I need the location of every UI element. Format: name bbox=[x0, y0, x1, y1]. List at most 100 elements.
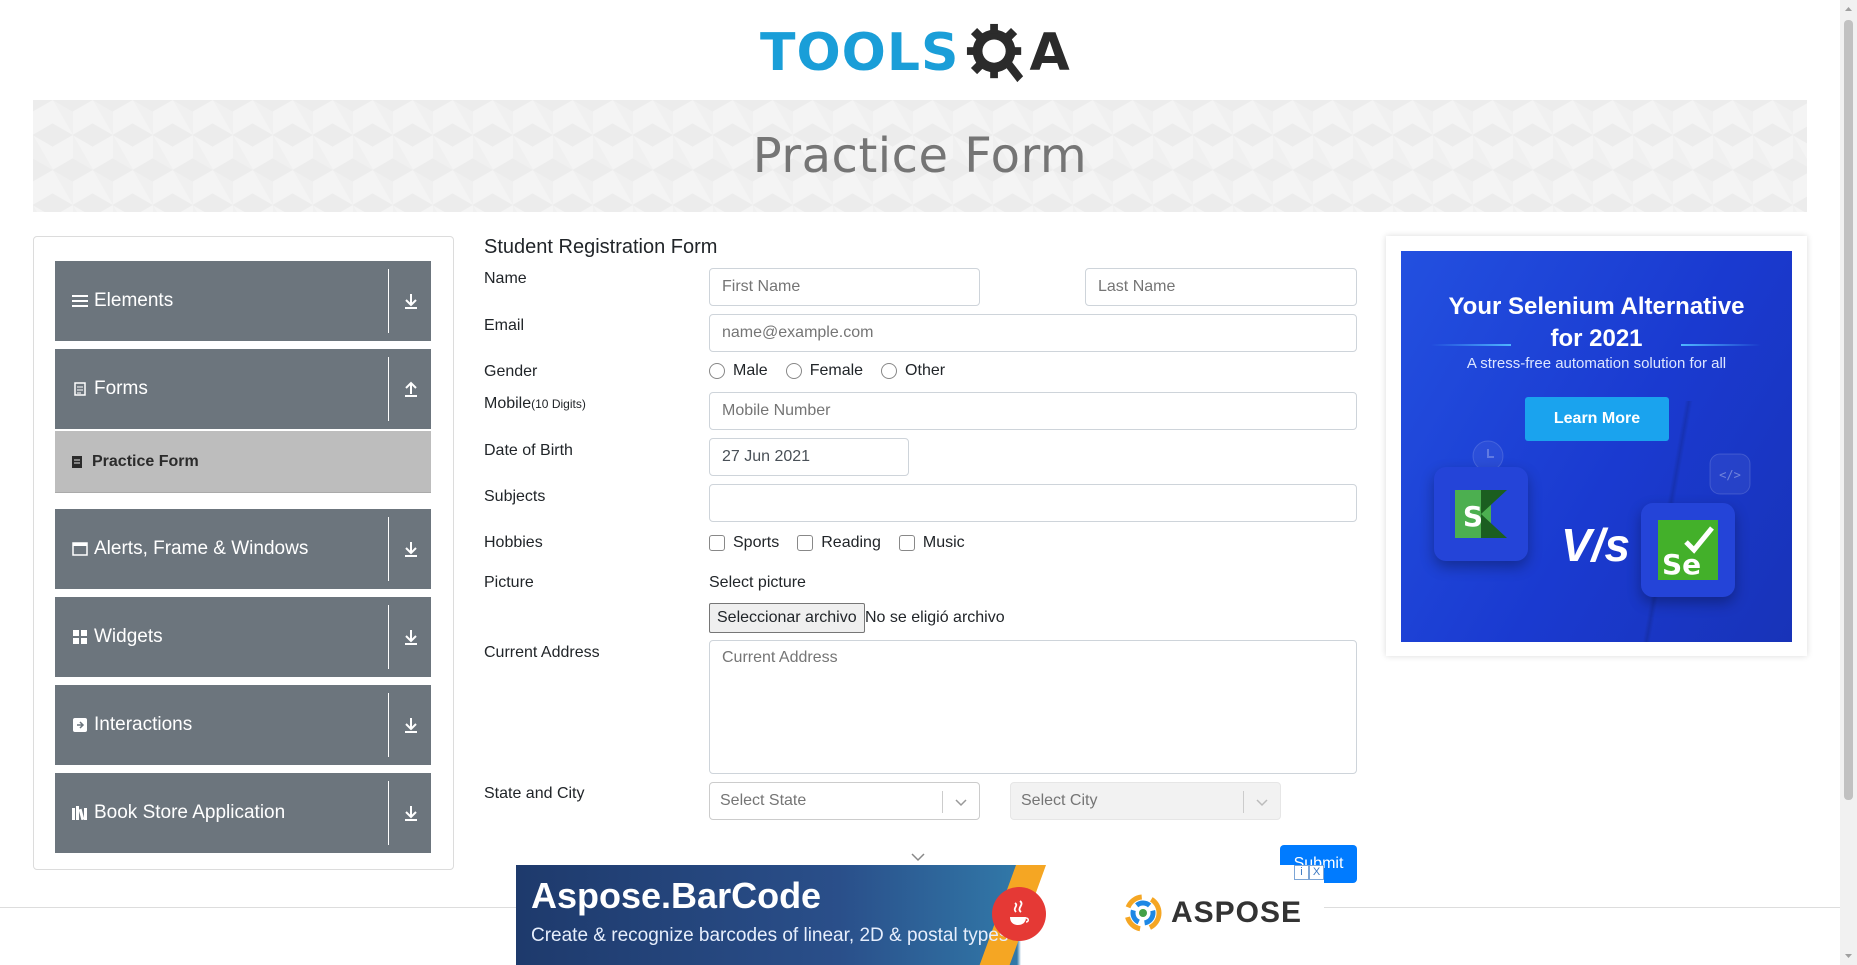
sidebar: Elements Forms Practice Form Alerts, Fra… bbox=[33, 236, 454, 870]
library-icon bbox=[72, 805, 88, 821]
download-arrow-icon[interactable] bbox=[399, 289, 423, 313]
katalon-logo-icon: S bbox=[1455, 490, 1507, 538]
download-arrow-icon[interactable] bbox=[399, 713, 423, 737]
svg-text:</>: </> bbox=[1719, 468, 1741, 482]
checkbox[interactable] bbox=[797, 535, 814, 551]
ad-close-icon[interactable]: X bbox=[1309, 865, 1324, 880]
mobile-label: Mobile(10 Digits) bbox=[484, 395, 586, 413]
subjects-label: Subjects bbox=[484, 488, 546, 505]
interactions-icon bbox=[72, 717, 88, 733]
divider bbox=[388, 605, 389, 669]
divider bbox=[388, 269, 389, 333]
sidebar-group-widgets[interactable]: Widgets bbox=[55, 597, 431, 677]
first-name-input[interactable] bbox=[709, 268, 980, 306]
page-banner: Practice Form bbox=[33, 100, 1807, 212]
hobbies-label: Hobbies bbox=[484, 534, 543, 551]
aspose-logo: ASPOSE bbox=[1123, 893, 1302, 933]
radio-label: Female bbox=[809, 362, 864, 379]
hobby-sports-option[interactable]: Sports bbox=[709, 534, 779, 552]
mobile-hint: (10 Digits) bbox=[531, 397, 586, 411]
ad-subtitle: A stress-free automation solution for al… bbox=[1466, 355, 1727, 372]
selenium-logo-icon: Se bbox=[1658, 520, 1718, 580]
file-status: No se eligió archivo bbox=[865, 609, 1005, 626]
scrollbar-thumb[interactable] bbox=[1844, 20, 1853, 800]
form-title: Student Registration Form bbox=[484, 236, 718, 258]
dob-input[interactable]: 27 Jun 2021 bbox=[709, 438, 909, 476]
ad-decor-line bbox=[1431, 344, 1511, 346]
radio-button[interactable] bbox=[709, 363, 725, 379]
name-label: Name bbox=[484, 270, 527, 287]
checkbox[interactable] bbox=[709, 535, 725, 551]
ad-info-icon[interactable]: i bbox=[1294, 865, 1309, 880]
checkbox-label: Music bbox=[922, 534, 965, 551]
tile-left-letter: S bbox=[1463, 500, 1483, 533]
email-input[interactable] bbox=[709, 314, 1357, 352]
hobby-reading-option[interactable]: Reading bbox=[797, 534, 881, 552]
document-icon bbox=[72, 381, 88, 397]
java-icon bbox=[992, 887, 1046, 941]
ad-bottom-banner[interactable]: Aspose.BarCode Create & recognize barcod… bbox=[516, 865, 1324, 965]
ad-selenium-alternative[interactable]: Your Selenium Alternative for 2021 A str… bbox=[1401, 251, 1792, 642]
city-select-placeholder: Select City bbox=[1021, 792, 1098, 809]
page-title: Practice Form bbox=[752, 128, 1088, 184]
toolsqa-logo[interactable]: TOOLS A bbox=[760, 16, 1070, 90]
download-arrow-icon[interactable] bbox=[399, 625, 423, 649]
city-select[interactable]: Select City bbox=[1010, 782, 1281, 820]
radio-label: Male bbox=[733, 362, 768, 379]
sidebar-group-label: Book Store Application bbox=[94, 802, 286, 823]
sidebar-group-label: Elements bbox=[94, 290, 174, 311]
hobby-music-option[interactable]: Music bbox=[898, 534, 965, 552]
download-arrow-icon[interactable] bbox=[399, 537, 423, 561]
mobile-input[interactable] bbox=[709, 392, 1357, 430]
file-upload-button[interactable]: Seleccionar archivo bbox=[709, 603, 865, 633]
sidebar-group-interactions[interactable]: Interactions bbox=[55, 685, 431, 765]
current-address-label: Current Address bbox=[484, 644, 600, 661]
vertical-scrollbar[interactable] bbox=[1840, 0, 1857, 965]
divider bbox=[388, 357, 389, 421]
ad-bottom-title: Aspose.BarCode bbox=[531, 875, 822, 916]
gender-label: Gender bbox=[484, 363, 538, 380]
chevron-down-icon[interactable] bbox=[910, 849, 926, 865]
sidebar-group-label: Interactions bbox=[94, 714, 193, 735]
picture-label: Picture bbox=[484, 574, 534, 591]
gender-female-option[interactable]: Female bbox=[785, 362, 864, 380]
ad-title-line2: for 2021 bbox=[1550, 325, 1643, 352]
dob-label: Date of Birth bbox=[484, 442, 573, 459]
scroll-down-arrow-icon[interactable] bbox=[1844, 951, 1853, 961]
subjects-input[interactable] bbox=[709, 484, 1357, 522]
window-icon bbox=[72, 541, 88, 557]
chevron-down-icon bbox=[955, 799, 967, 807]
ad-tile-right: Se bbox=[1641, 503, 1735, 597]
scroll-up-arrow-icon[interactable] bbox=[1844, 4, 1853, 14]
ad-right[interactable]: Your Selenium Alternative for 2021 A str… bbox=[1386, 236, 1807, 656]
current-address-textarea[interactable]: Current Address bbox=[709, 640, 1357, 774]
sidebar-group-forms[interactable]: Forms bbox=[55, 349, 431, 429]
gender-other-option[interactable]: Other bbox=[881, 362, 945, 380]
learn-more-button[interactable]: Learn More bbox=[1525, 397, 1669, 441]
aspose-brand-text: ASPOSE bbox=[1171, 896, 1303, 929]
radio-button[interactable] bbox=[785, 363, 802, 379]
state-select[interactable]: Select State bbox=[709, 782, 980, 820]
sidebar-group-label: Forms bbox=[94, 378, 148, 399]
radio-button[interactable] bbox=[881, 363, 898, 379]
sidebar-item-practice-form[interactable]: Practice Form bbox=[55, 431, 431, 493]
form-icon bbox=[72, 455, 82, 468]
hobbies-checkbox-group: Sports Reading Music bbox=[709, 534, 983, 552]
download-arrow-icon[interactable] bbox=[399, 801, 423, 825]
logo-a-text: A bbox=[1029, 23, 1070, 83]
gender-male-option[interactable]: Male bbox=[709, 362, 768, 380]
aspose-swirl-icon bbox=[1124, 894, 1162, 932]
mobile-label-text: Mobile bbox=[484, 395, 532, 412]
tile-right-letters: Se bbox=[1662, 548, 1701, 580]
sidebar-group-alerts[interactable]: Alerts, Frame & Windows bbox=[55, 509, 431, 589]
sidebar-group-book-store[interactable]: Book Store Application bbox=[55, 773, 431, 853]
divider bbox=[388, 517, 389, 581]
checkbox[interactable] bbox=[898, 535, 915, 551]
sidebar-group-elements[interactable]: Elements bbox=[55, 261, 431, 341]
ad-controls: i X bbox=[1294, 865, 1324, 880]
last-name-input[interactable] bbox=[1085, 268, 1357, 306]
chevron-down-icon bbox=[1256, 799, 1268, 807]
upload-arrow-icon[interactable] bbox=[399, 377, 423, 401]
ad-title-line1: Your Selenium Alternative bbox=[1448, 293, 1745, 320]
widgets-icon bbox=[72, 629, 88, 645]
